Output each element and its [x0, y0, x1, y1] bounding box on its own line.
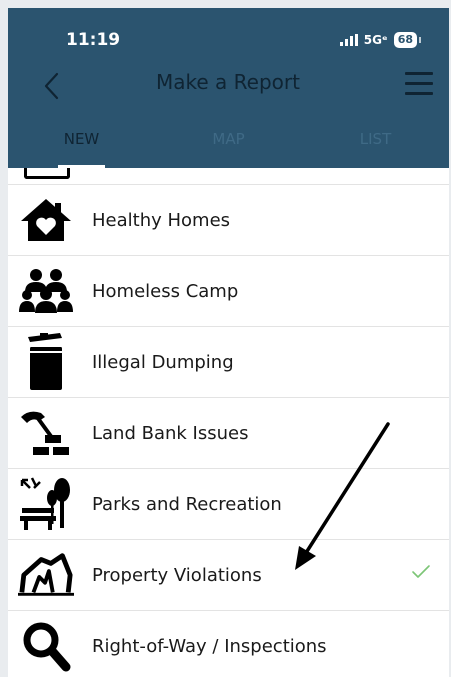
- list-item-label: Right-of-Way / Inspections: [92, 635, 327, 657]
- check-icon: [412, 565, 430, 578]
- magnifier-icon: [18, 618, 74, 674]
- app-header: 11:19 5Gᵉ 68 Make a Report NEW MAP LIST: [8, 8, 449, 168]
- network-label: 5Gᵉ: [363, 33, 388, 47]
- list-item-land-bank-issues[interactable]: Land Bank Issues: [8, 398, 449, 469]
- tab-map[interactable]: MAP: [155, 126, 302, 168]
- battery-cap: [419, 37, 421, 43]
- list-item-right-of-way-inspections[interactable]: Right-of-Way / Inspections: [8, 611, 449, 677]
- list-item-label: Property Violations: [92, 564, 262, 586]
- list-item-label: Healthy Homes: [92, 209, 231, 231]
- app-screen: 11:19 5Gᵉ 68 Make a Report NEW MAP LIST: [8, 8, 449, 677]
- trash-can-icon: [18, 333, 74, 390]
- list-item-label: Homeless Camp: [92, 280, 239, 302]
- signal-icon: [339, 34, 358, 46]
- list-item-homeless-camp[interactable]: Homeless Camp: [8, 256, 449, 327]
- collapsed-house-icon: [18, 547, 74, 603]
- hamburger-line: [405, 92, 433, 95]
- partial-icon: [24, 168, 70, 179]
- category-list: Healthy Homes Homeless Camp Illegal Dump…: [8, 168, 449, 677]
- tab-new[interactable]: NEW: [8, 126, 155, 168]
- list-item-healthy-homes[interactable]: Healthy Homes: [8, 185, 449, 256]
- status-indicators: 5Gᵉ 68: [339, 32, 421, 48]
- back-button[interactable]: [36, 68, 66, 104]
- list-item-property-violations[interactable]: Property Violations: [8, 540, 449, 611]
- battery-icon: 68: [393, 32, 417, 48]
- status-time: 11:19: [66, 30, 121, 50]
- hamburger-line: [405, 82, 433, 85]
- house-heart-icon: [18, 192, 74, 248]
- hammer-bricks-icon: [18, 405, 74, 461]
- people-group-icon: [18, 263, 74, 319]
- tab-list[interactable]: LIST: [302, 126, 449, 168]
- menu-button[interactable]: [405, 72, 433, 98]
- tab-bar: NEW MAP LIST: [8, 126, 449, 168]
- list-item-parks-and-recreation[interactable]: Parks and Recreation: [8, 469, 449, 540]
- list-item-partial[interactable]: [8, 168, 449, 185]
- list-item-label: Parks and Recreation: [92, 493, 282, 515]
- chevron-left-icon: [44, 72, 59, 100]
- list-item-label: Land Bank Issues: [92, 422, 249, 444]
- park-bench-tree-icon: [18, 476, 74, 532]
- list-item-label: Illegal Dumping: [92, 351, 234, 373]
- page-title: Make a Report: [156, 70, 300, 94]
- list-item-illegal-dumping[interactable]: Illegal Dumping: [8, 327, 449, 398]
- hamburger-menu-icon: [405, 72, 433, 75]
